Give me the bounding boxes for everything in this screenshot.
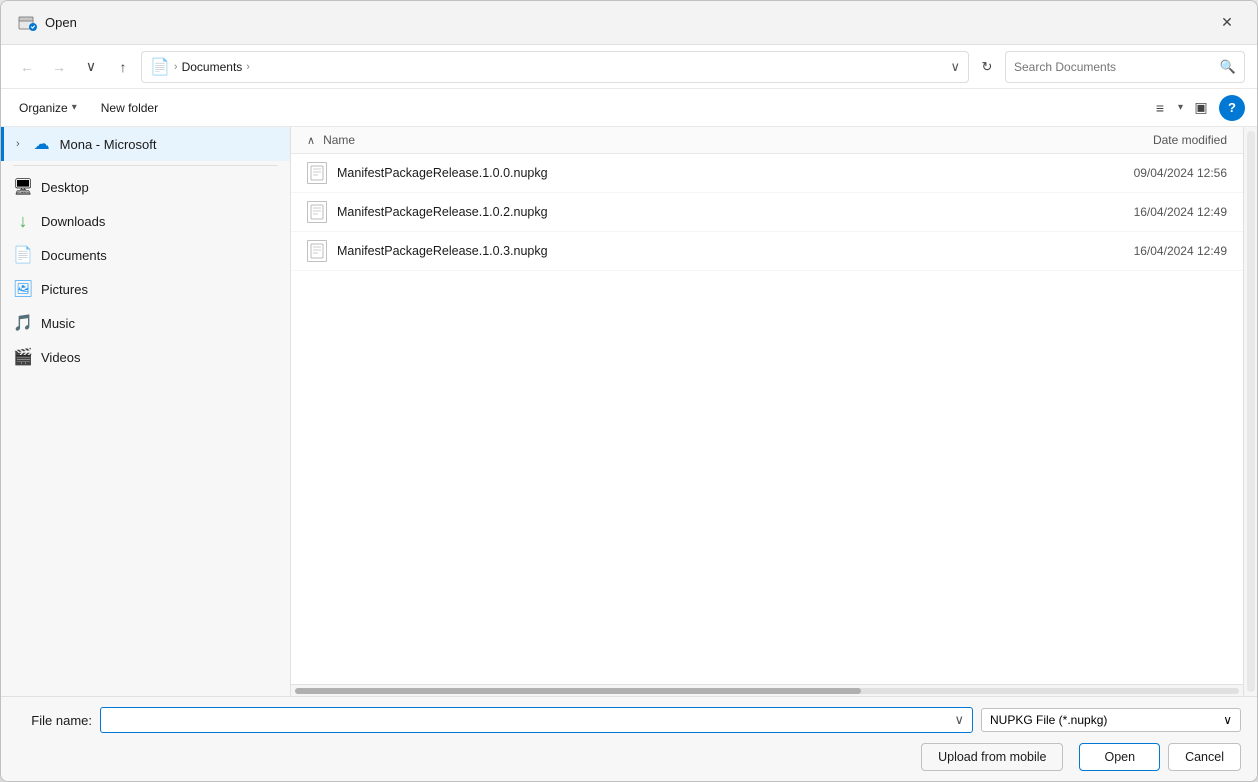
downloads-icon: ↓ [13, 211, 33, 231]
file-icon [307, 201, 327, 223]
file-name: ManifestPackageRelease.1.0.0.nupkg [337, 166, 1037, 180]
sidebar: › ☁ Mona - Microsoft 🖥 Desktop 📌 ↓ Downl… [1, 127, 291, 696]
bottom-bar: File name: ∨ NUPKG File (*.nupkg) ∨ Uplo… [1, 696, 1257, 781]
file-list-header: ∧ Name Date modified [291, 127, 1243, 154]
file-name: ManifestPackageRelease.1.0.3.nupkg [337, 244, 1037, 258]
desktop-icon: 🖥 [13, 177, 33, 197]
cloud-label: Mona - Microsoft [60, 137, 278, 152]
breadcrumb-documents: Documents [182, 60, 243, 74]
cloud-chevron: › [16, 138, 20, 150]
breadcrumb-dropdown-arrow[interactable]: ∨ [950, 59, 960, 75]
search-icon: 🔍 [1220, 59, 1236, 75]
organize-chevron: ▾ [72, 102, 77, 113]
collapse-arrow[interactable]: ∧ [307, 134, 315, 147]
file-name-dropdown-arrow[interactable]: ∨ [954, 712, 964, 728]
scrollbar-track [295, 688, 1239, 694]
file-list: ∧ Name Date modified ManifestPackageRele… [291, 127, 1243, 684]
file-date: 16/04/2024 12:49 [1047, 244, 1227, 258]
navigation-toolbar: ← → ∨ ↑ 📄 › Documents › ∨ ↻ 🔍 [1, 45, 1257, 89]
table-row[interactable]: ManifestPackageRelease.1.0.2.nupkg 16/04… [291, 193, 1243, 232]
file-name-input-wrap: ∨ [100, 707, 973, 733]
scrollbar-thumb [295, 688, 861, 694]
search-input[interactable] [1014, 60, 1214, 74]
main-content: › ☁ Mona - Microsoft 🖥 Desktop 📌 ↓ Downl… [1, 127, 1257, 696]
file-name-input[interactable] [109, 713, 954, 727]
file-panel: ∧ Name Date modified ManifestPackageRele… [291, 127, 1243, 696]
pane-button[interactable]: ▣ [1187, 94, 1215, 122]
cloud-icon: ☁ [32, 134, 52, 154]
desktop-label: Desktop [41, 180, 255, 195]
view-button[interactable]: ≡ [1146, 94, 1174, 122]
videos-label: Videos [41, 350, 255, 365]
pictures-label: Pictures [41, 282, 255, 297]
file-type-select[interactable]: NUPKG File (*.nupkg) ∨ [981, 708, 1241, 732]
dialog-icon [17, 13, 37, 33]
videos-icon: 🎬 [13, 347, 33, 367]
refresh-button[interactable]: ↻ [973, 53, 1001, 81]
sidebar-item-desktop[interactable]: 🖥 Desktop 📌 [1, 170, 290, 204]
breadcrumb-icon: 📄 [150, 57, 170, 77]
action-bar-right: ≡ ▾ ▣ ? [1146, 94, 1245, 122]
file-name-label: File name: [17, 713, 92, 728]
search-box: 🔍 [1005, 51, 1245, 83]
new-folder-label: New folder [101, 101, 158, 115]
title-bar-left: Open [17, 13, 77, 33]
back-button[interactable]: ← [13, 53, 41, 81]
close-button[interactable]: ✕ [1213, 9, 1241, 37]
table-row[interactable]: ManifestPackageRelease.1.0.3.nupkg 16/04… [291, 232, 1243, 271]
upload-mobile-button[interactable]: Upload from mobile [921, 743, 1063, 771]
action-bar: Organize ▾ New folder ≡ ▾ ▣ ? [1, 89, 1257, 127]
file-icon [307, 162, 327, 184]
file-name-row: File name: ∨ NUPKG File (*.nupkg) ∨ [17, 707, 1241, 733]
music-icon: 🎵 [13, 313, 33, 333]
recent-button[interactable]: ∨ [77, 53, 105, 81]
breadcrumb-sep1: › [174, 61, 178, 73]
v-scrollbar-track [1247, 131, 1255, 692]
breadcrumb-sep2: › [246, 61, 250, 73]
breadcrumb[interactable]: 📄 › Documents › ∨ [141, 51, 969, 83]
sidebar-item-videos[interactable]: 🎬 Videos 📌 [1, 340, 290, 374]
cancel-button[interactable]: Cancel [1168, 743, 1241, 771]
pictures-icon: 🖼 [13, 279, 33, 299]
organize-label: Organize [19, 101, 68, 115]
forward-button[interactable]: → [45, 53, 73, 81]
view-chevron: ▾ [1178, 102, 1183, 113]
column-header-name: Name [323, 133, 1047, 147]
file-date: 09/04/2024 12:56 [1047, 166, 1227, 180]
sidebar-divider [13, 165, 278, 166]
vertical-scrollbar[interactable] [1243, 127, 1257, 696]
file-icon [307, 240, 327, 262]
table-row[interactable]: ManifestPackageRelease.1.0.0.nupkg 09/04… [291, 154, 1243, 193]
downloads-label: Downloads [41, 214, 255, 229]
bottom-actions: Upload from mobile Open Cancel [17, 743, 1241, 771]
open-button[interactable]: Open [1079, 743, 1160, 771]
help-button[interactable]: ? [1219, 95, 1245, 121]
sidebar-item-downloads[interactable]: ↓ Downloads 📌 [1, 204, 290, 238]
sidebar-item-documents[interactable]: 📄 Documents 📌 [1, 238, 290, 272]
new-folder-button[interactable]: New folder [95, 97, 164, 119]
open-dialog: Open ✕ ← → ∨ ↑ 📄 › Documents › ∨ ↻ 🔍 Org… [0, 0, 1258, 782]
sidebar-item-music[interactable]: 🎵 Music 📌 [1, 306, 290, 340]
organize-button[interactable]: Organize ▾ [13, 97, 83, 119]
horizontal-scrollbar[interactable] [291, 684, 1243, 696]
sidebar-item-pictures[interactable]: 🖼 Pictures 📌 [1, 272, 290, 306]
sidebar-item-cloud[interactable]: › ☁ Mona - Microsoft [1, 127, 290, 161]
file-type-label: NUPKG File (*.nupkg) [990, 713, 1107, 727]
dialog-title: Open [45, 15, 77, 30]
title-bar: Open ✕ [1, 1, 1257, 45]
column-header-date: Date modified [1047, 133, 1227, 147]
file-type-dropdown-icon: ∨ [1223, 713, 1232, 727]
file-name: ManifestPackageRelease.1.0.2.nupkg [337, 205, 1037, 219]
file-date: 16/04/2024 12:49 [1047, 205, 1227, 219]
up-button[interactable]: ↑ [109, 53, 137, 81]
documents-icon: 📄 [13, 245, 33, 265]
documents-label: Documents [41, 248, 255, 263]
music-label: Music [41, 316, 255, 331]
